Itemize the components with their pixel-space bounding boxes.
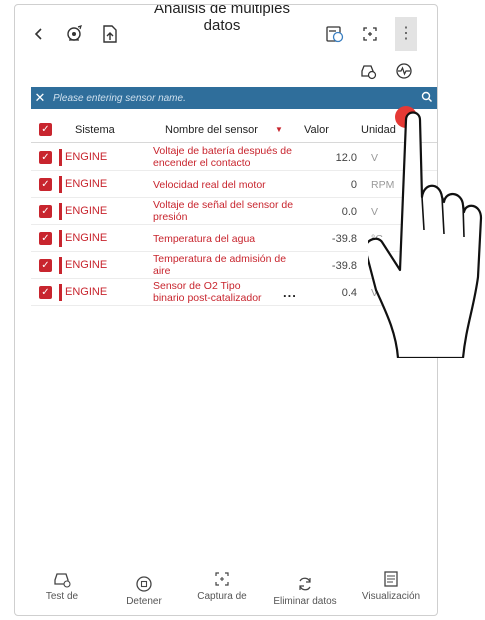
search-input[interactable] (49, 92, 417, 104)
test-button[interactable]: Test de (25, 569, 99, 602)
more-vertical-icon: ⋮ (398, 25, 414, 42)
row-checkbox[interactable]: ✓ (39, 232, 52, 245)
value-cell: -39.8 (331, 233, 357, 245)
waveform-icon[interactable] (395, 61, 413, 81)
column-header-value[interactable]: Valor (304, 124, 329, 136)
column-header-system[interactable]: Sistema (75, 124, 115, 136)
clear-icon[interactable]: ✕ (31, 90, 49, 106)
fullscreen-icon[interactable] (362, 23, 378, 45)
sensor-name-cell: Sensor de O2 Tipo binario post-catalizad… (153, 280, 262, 304)
stop-button[interactable]: Detener (107, 574, 181, 607)
stop-icon (107, 574, 181, 594)
export-file-icon[interactable] (101, 23, 119, 45)
system-cell: ENGINE (59, 149, 107, 166)
value-cell: 12.0 (335, 152, 357, 164)
bottom-toolbar: Test de Detener Captura de Eliminar dato… (15, 569, 437, 615)
page-title: Análisis de múltiples datos (154, 4, 290, 34)
row-checkbox[interactable]: ✓ (39, 286, 52, 299)
clear-data-button[interactable]: Eliminar datos (265, 574, 345, 607)
hand-pointer-icon (368, 111, 483, 358)
report-icon[interactable] (325, 23, 345, 45)
sensor-name-cell: Voltaje de señal del sensor de presión (153, 199, 294, 223)
capture-button[interactable]: Captura de (185, 569, 259, 602)
diagnostic-icon[interactable] (65, 23, 85, 45)
system-cell: ENGINE (59, 257, 107, 274)
system-cell: ENGINE (59, 203, 107, 220)
row-checkbox[interactable]: ✓ (39, 205, 52, 218)
back-icon[interactable] (33, 23, 45, 45)
select-all-checkbox[interactable]: ✓ (39, 123, 52, 136)
row-checkbox[interactable]: ✓ (39, 151, 52, 164)
capture-icon (185, 569, 259, 589)
system-cell: ENGINE (59, 284, 107, 301)
value-cell: 0.4 (341, 287, 357, 299)
tab-label: Visualización (361, 591, 421, 602)
row-checkbox[interactable]: ✓ (39, 178, 52, 191)
value-cell: 0 (350, 179, 357, 191)
car-status-icon[interactable] (359, 61, 377, 81)
tab-label: Eliminar datos (273, 596, 337, 607)
value-cell: -39.8 (331, 260, 357, 272)
tab-label: Captura de (197, 591, 247, 602)
sensor-name-cell: Velocidad real del motor (153, 179, 266, 191)
display-button[interactable]: Visualización (351, 569, 431, 602)
column-header-sensor-name[interactable]: Nombre del sensor (165, 124, 258, 136)
more-menu-button[interactable]: ⋮ (395, 17, 417, 51)
car-test-icon (25, 569, 99, 589)
row-checkbox[interactable]: ✓ (39, 259, 52, 272)
sensor-name-cell: Voltaje de batería después de encender e… (153, 145, 292, 169)
tab-label: Detener (126, 596, 162, 607)
header: Análisis de múltiples datos ⋮ (15, 5, 437, 53)
tab-label: Test de (45, 591, 79, 602)
sort-desc-icon[interactable]: ▼ (275, 125, 283, 134)
sensor-name-cell: Temperatura de admisión de aire (153, 253, 287, 277)
refresh-icon (265, 574, 345, 594)
system-cell: ENGINE (59, 176, 107, 193)
system-cell: ENGINE (59, 230, 107, 247)
display-icon (351, 569, 431, 589)
more-options-icon[interactable]: ... (283, 285, 297, 300)
sensor-name-cell: Temperatura del agua (153, 233, 256, 245)
value-cell: 0.0 (341, 206, 357, 218)
